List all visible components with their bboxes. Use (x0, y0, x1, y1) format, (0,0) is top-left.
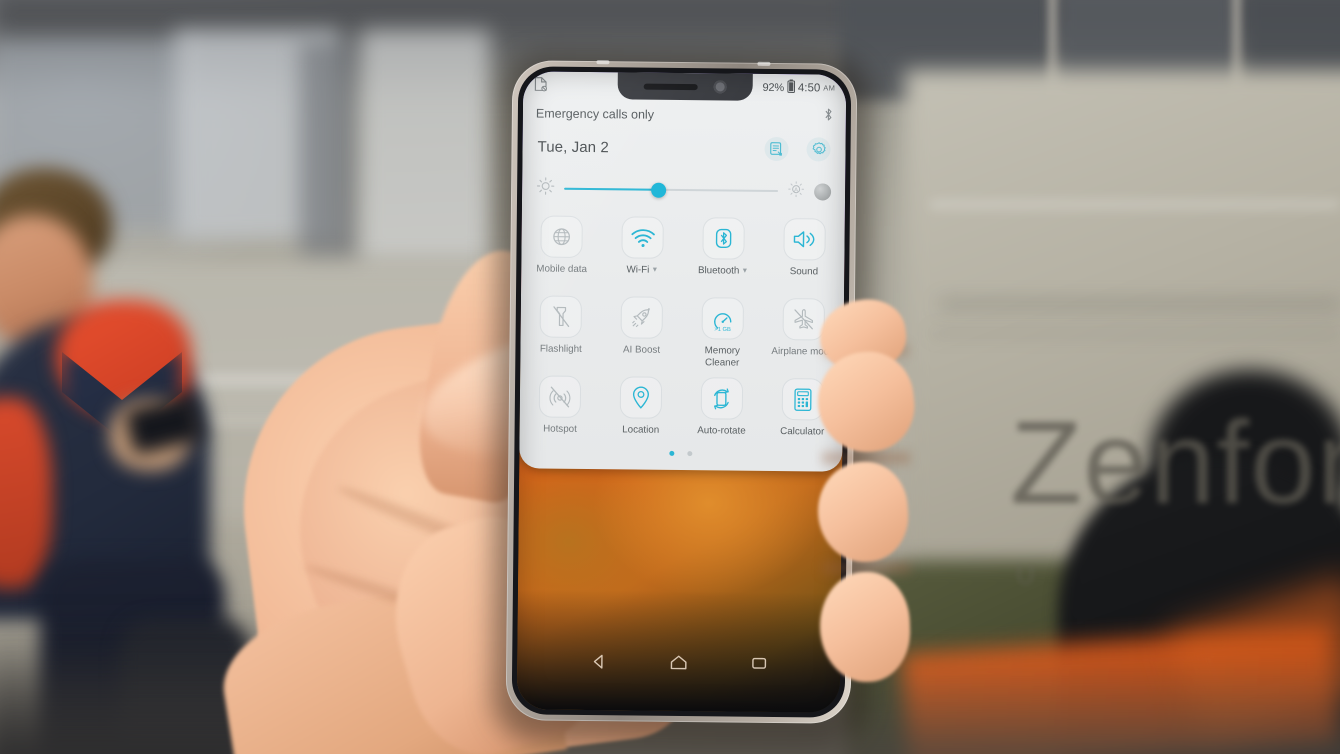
tile-label: Hotspot (543, 423, 577, 435)
tile-mobile-data[interactable]: Mobile data (521, 209, 603, 288)
tile-label: Auto-rotate (697, 425, 746, 437)
battery-icon (787, 79, 795, 96)
chevron-down-icon[interactable]: ▼ (651, 267, 658, 274)
rocket-icon (620, 296, 664, 339)
tile-sound[interactable]: Sound (763, 212, 845, 291)
tile-bluetooth[interactable]: Bluetooth ▼ (683, 211, 765, 290)
quick-settings-panel[interactable]: 92% 4:50 AM Emergency calls only Tue, Ja… (519, 71, 847, 472)
memory-gauge-icon: >1 GB (701, 297, 744, 340)
edit-list-icon[interactable] (764, 136, 789, 162)
display-notch (617, 72, 753, 101)
tile-label: Wi-Fi ▼ (626, 264, 658, 276)
tile-label: Mobile data (536, 263, 588, 276)
page-dot-active[interactable] (669, 450, 675, 456)
antenna-line (596, 60, 610, 65)
bluetooth-icon (824, 107, 833, 126)
quick-settings-tiles: Mobile data Wi-Fi ▼ Bluetooth ▼ Sound Fl… (519, 209, 844, 450)
battery-percent: 92% (762, 81, 785, 94)
no-sim-icon (534, 76, 547, 94)
status-clock: 4:50 (797, 81, 821, 94)
carrier-row: Emergency calls only (523, 100, 846, 129)
slider-fill (564, 187, 659, 191)
tile-label: Sound (789, 266, 819, 278)
flashlight-icon (539, 295, 583, 338)
date-row: Tue, Jan 2 (522, 128, 845, 167)
carrier-label: Emergency calls only (535, 106, 655, 122)
tile-flashlight[interactable]: Flashlight (520, 289, 602, 368)
tile-location[interactable]: Location (600, 370, 682, 449)
gear-icon[interactable] (806, 137, 831, 162)
bluetooth-icon (702, 217, 745, 260)
tile-label: Location (622, 424, 660, 436)
page-dot[interactable] (687, 451, 693, 457)
back-icon[interactable] (590, 653, 607, 675)
tile-label-text: Bluetooth (697, 265, 740, 277)
brightness-row[interactable]: A (522, 171, 845, 208)
chevron-down-icon[interactable]: ▼ (741, 268, 748, 275)
tile-label: Memory Cleaner (704, 345, 741, 369)
antenna-line (757, 61, 771, 66)
status-bar-left (534, 76, 547, 94)
navigation-bar (517, 643, 840, 686)
tile-label: Flashlight (539, 343, 582, 355)
tile-memory-cleaner[interactable]: >1 GB Memory Cleaner (682, 291, 764, 370)
sound-icon (783, 218, 826, 261)
tile-label: Bluetooth ▼ (698, 265, 748, 277)
front-camera (713, 80, 727, 94)
hotspot-icon (539, 375, 582, 418)
auto-brightness-toggle[interactable] (814, 182, 832, 201)
brightness-icon (536, 176, 555, 200)
airplane-icon (782, 298, 825, 341)
slider-knob[interactable] (651, 182, 667, 198)
smartphone: 92% 4:50 AM Emergency calls only Tue, Ja… (491, 52, 874, 746)
status-bar-right: 92% 4:50 AM (762, 79, 835, 97)
wifi-icon (621, 216, 664, 259)
auto-rotate-icon (700, 377, 744, 420)
tile-label: AI Boost (622, 344, 661, 356)
tile-label: Calculator (780, 426, 825, 438)
location-pin-icon (619, 376, 663, 419)
recents-icon[interactable] (750, 655, 768, 677)
tile-label-text: Wi-Fi (626, 264, 650, 276)
svg-text:>1 GB: >1 GB (714, 326, 731, 332)
tile-hotspot[interactable]: Hotspot (519, 369, 601, 448)
earpiece-speaker (643, 83, 698, 90)
home-icon[interactable] (669, 654, 688, 676)
current-date: Tue, Jan 2 (537, 137, 609, 156)
tile-auto-rotate[interactable]: Auto-rotate (681, 371, 763, 450)
tile-wifi[interactable]: Wi-Fi ▼ (602, 210, 684, 289)
phone-screen[interactable]: 92% 4:50 AM Emergency calls only Tue, Ja… (516, 71, 847, 713)
svg-text:A: A (794, 187, 798, 193)
status-meridiem: AM (823, 83, 836, 93)
tile-ai-boost[interactable]: AI Boost (601, 290, 683, 369)
mobile-data-icon (540, 215, 584, 258)
page-indicator[interactable] (519, 449, 842, 457)
auto-brightness-icon[interactable]: A (787, 180, 805, 203)
date-actions (764, 136, 831, 162)
brightness-slider[interactable] (564, 180, 779, 200)
